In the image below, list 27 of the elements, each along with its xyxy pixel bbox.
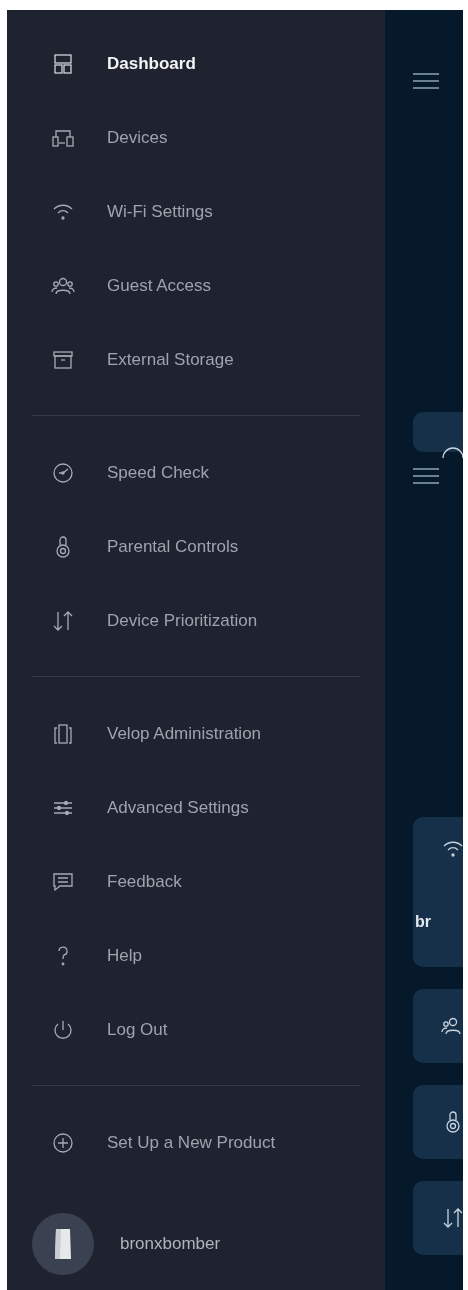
chat-bubble-icon [51, 870, 75, 894]
arrows-icon [51, 609, 75, 633]
menu-item[interactable]: Help [7, 919, 385, 993]
menu-item[interactable]: Log Out [7, 993, 385, 1067]
menu-item[interactable]: Advanced Settings [7, 771, 385, 845]
menu-icon [413, 467, 439, 485]
profile-name: bronxbomber [120, 1234, 221, 1254]
menu-icon [413, 72, 439, 90]
menu-item[interactable]: Guest Access [7, 249, 385, 323]
menu-item[interactable]: Device Prioritization [7, 584, 385, 658]
menu-item[interactable]: External Storage [7, 323, 385, 397]
arrows-icon [441, 1206, 463, 1230]
menu-item[interactable]: Speed Check [7, 436, 385, 510]
menu-item[interactable]: Velop Administration [7, 697, 385, 771]
menu-item[interactable]: Parental Controls [7, 510, 385, 584]
menu-item[interactable]: Wi-Fi Settings [7, 175, 385, 249]
menu-item[interactable]: Set Up a New Product [7, 1106, 385, 1180]
menu-item[interactable]: Dashboard [7, 27, 385, 101]
speedometer-icon [51, 461, 75, 485]
dashboard-icon [51, 52, 75, 76]
menu-item[interactable]: Feedback [7, 845, 385, 919]
network-name: br [415, 913, 431, 931]
plus-circle-icon [51, 1131, 75, 1155]
menu-item[interactable]: Devices [7, 101, 385, 175]
storage-box-icon [51, 348, 75, 372]
towers-icon [51, 722, 75, 746]
power-icon [51, 1018, 75, 1042]
